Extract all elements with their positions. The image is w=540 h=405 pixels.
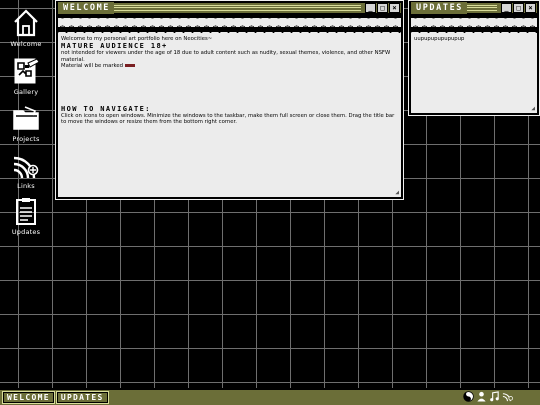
welcome-content: Welcome to my personal art portfolio her… [58, 33, 401, 129]
desktop-icon-welcome[interactable]: Welcome [6, 8, 46, 48]
title-bar-stripes [114, 5, 361, 11]
folder-icon [13, 106, 39, 130]
desktop-icon-links[interactable]: Links [6, 150, 46, 190]
close-button[interactable]: × [525, 3, 536, 13]
mature-text: not intended for viewers under the age o… [61, 50, 391, 63]
navigate-heading: HOW TO NAVIGATE: [61, 105, 151, 114]
house-icon [14, 9, 38, 37]
updates-text: uupupupupupupup [414, 36, 465, 42]
desktop-icon-projects[interactable]: Projects [6, 103, 46, 143]
window-title: UPDATES [411, 2, 468, 14]
title-bar-stripes [467, 5, 497, 11]
desktop-icon-updates[interactable]: Updates [6, 196, 46, 236]
yin-yang-icon[interactable] [463, 391, 474, 402]
wifi-icon [13, 156, 39, 179]
clipboard-icon [16, 198, 36, 225]
updates-content: uupupupupupupup [411, 33, 537, 45]
lace-border [411, 15, 537, 33]
marked-indicator [125, 63, 136, 67]
marked-text: Material will be marked [61, 62, 124, 69]
maximize-button[interactable]: □ [513, 3, 524, 13]
system-tray [463, 391, 513, 402]
desktop-icon-label: Welcome [10, 40, 42, 48]
user-icon[interactable] [476, 391, 487, 402]
lace-border [58, 15, 401, 33]
updates-title-bar[interactable]: UPDATES _ □ × [411, 2, 537, 15]
desktop-icon-label: Updates [11, 228, 41, 236]
minimize-button[interactable]: _ [365, 3, 376, 13]
maximize-button[interactable]: □ [377, 3, 388, 13]
updates-window[interactable]: UPDATES _ □ × uupupupupupupup ◢ [408, 0, 540, 116]
close-button[interactable]: × [389, 3, 400, 13]
welcome-title-bar[interactable]: WELCOME _ □ × [58, 2, 401, 15]
resize-handle[interactable]: ◢ [395, 189, 399, 196]
desktop-icon-label: Projects [12, 135, 40, 143]
gallery-icon [14, 58, 40, 84]
window-title: WELCOME [58, 2, 115, 14]
music-icon[interactable] [489, 391, 500, 402]
taskbar: WELCOME UPDATES [0, 388, 540, 405]
resize-handle[interactable]: ◢ [531, 105, 535, 112]
desktop-icon-label: Gallery [13, 88, 39, 96]
wifi-icon[interactable] [502, 391, 513, 402]
taskbar-button-welcome[interactable]: WELCOME [2, 391, 55, 404]
desktop-icon-gallery[interactable]: Gallery [6, 56, 46, 96]
taskbar-button-updates[interactable]: UPDATES [55, 391, 109, 404]
navigate-text: Click on icons to open windows. Minimize… [61, 113, 395, 126]
welcome-window[interactable]: WELCOME _ □ × Welcome to my personal art… [55, 0, 404, 200]
desktop-icon-label: Links [17, 182, 35, 190]
minimize-button[interactable]: _ [501, 3, 512, 13]
mature-heading: MATURE AUDIENCE 18+ [61, 42, 168, 51]
